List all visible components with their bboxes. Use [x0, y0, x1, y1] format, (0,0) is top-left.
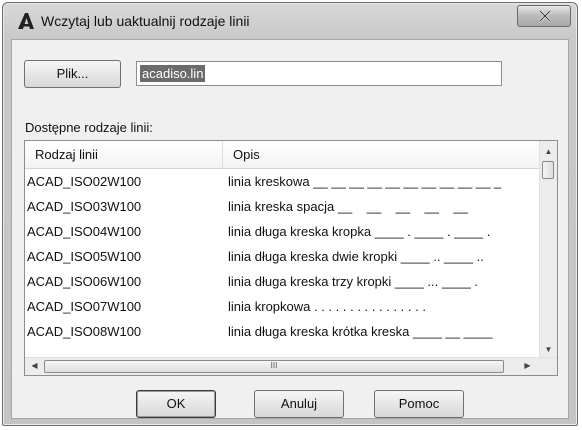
- list-rows: ACAD_ISO02W100 linia kreskowa __ __ __ _…: [25, 169, 540, 344]
- close-icon: [539, 10, 551, 22]
- linetype-description: linia długa kreska kropka ____ . ____ . …: [228, 224, 491, 239]
- vertical-scrollbar[interactable]: ▲ ▼: [539, 141, 557, 358]
- scroll-up-arrow-icon[interactable]: ▲: [540, 147, 557, 156]
- linetype-name: ACAD_ISO08W100: [27, 324, 142, 339]
- linetype-name: ACAD_ISO02W100: [27, 174, 142, 189]
- column-header-linetype[interactable]: Rodzaj linii: [25, 141, 223, 168]
- list-row[interactable]: ACAD_ISO07W100 linia kropkowa . . . . . …: [25, 294, 540, 319]
- linetype-description: linia kreska spacja __ __ __ __ __: [228, 199, 468, 214]
- horizontal-scrollbar[interactable]: ◀ III ▶: [25, 357, 557, 375]
- dialog-window: Wczytaj lub uaktualnij rodzaje linii Pli…: [2, 2, 578, 426]
- scroll-down-arrow-icon[interactable]: ▼: [540, 345, 557, 354]
- column-header-description[interactable]: Opis: [223, 141, 540, 168]
- list-row[interactable]: ACAD_ISO02W100 linia kreskowa __ __ __ _…: [25, 169, 540, 194]
- vertical-scroll-thumb[interactable]: [542, 161, 554, 179]
- autocad-logo-icon: [17, 12, 35, 30]
- linetype-name: ACAD_ISO05W100: [27, 249, 142, 264]
- horizontal-scroll-thumb[interactable]: III: [44, 360, 504, 373]
- linetype-name: ACAD_ISO04W100: [27, 224, 142, 239]
- file-name-value: acadiso.lin: [140, 65, 206, 82]
- list-header: Rodzaj linii Opis: [25, 141, 540, 169]
- linetype-list[interactable]: Rodzaj linii Opis ACAD_ISO02W100 linia k…: [24, 140, 558, 376]
- list-row[interactable]: ACAD_ISO04W100 linia długa kreska kropka…: [25, 219, 540, 244]
- linetype-name: ACAD_ISO07W100: [27, 299, 142, 314]
- linetype-description: linia długa kreska trzy kropki ____ ... …: [228, 274, 479, 289]
- file-name-input[interactable]: acadiso.lin: [136, 61, 502, 86]
- dialog-client: Plik... acadiso.lin Dostępne rodzaje lin…: [11, 39, 569, 419]
- file-button[interactable]: Plik...: [24, 60, 121, 88]
- help-button[interactable]: Pomoc: [374, 390, 464, 418]
- linetype-description: linia długa kreska krótka kreska ____ __…: [228, 324, 493, 339]
- close-button[interactable]: [517, 5, 571, 27]
- list-row[interactable]: ACAD_ISO06W100 linia długa kreska trzy k…: [25, 269, 540, 294]
- list-row[interactable]: ACAD_ISO08W100 linia długa kreska krótka…: [25, 319, 540, 344]
- linetype-description: linia kreskowa __ __ __ __ __ __ __ __ _…: [228, 174, 502, 189]
- list-row[interactable]: ACAD_ISO03W100 linia kreska spacja __ __…: [25, 194, 540, 219]
- linetype-description: linia kropkowa . . . . . . . . . . . . .…: [228, 299, 426, 314]
- window-title: Wczytaj lub uaktualnij rodzaje linii: [41, 13, 250, 29]
- linetype-description: linia długa kreska dwie kropki ____ .. _…: [228, 249, 484, 264]
- ok-button[interactable]: OK: [136, 390, 216, 418]
- scroll-left-arrow-icon[interactable]: ◀: [26, 361, 43, 370]
- available-linetypes-label: Dostępne rodzaje linii:: [25, 120, 153, 135]
- scroll-grip: III: [270, 361, 278, 370]
- title-bar: Wczytaj lub uaktualnij rodzaje linii: [3, 3, 577, 39]
- cancel-button[interactable]: Anuluj: [254, 390, 344, 418]
- linetype-name: ACAD_ISO06W100: [27, 274, 142, 289]
- scroll-right-arrow-icon[interactable]: ▶: [519, 361, 536, 370]
- list-row[interactable]: ACAD_ISO05W100 linia długa kreska dwie k…: [25, 244, 540, 269]
- linetype-name: ACAD_ISO03W100: [27, 199, 142, 214]
